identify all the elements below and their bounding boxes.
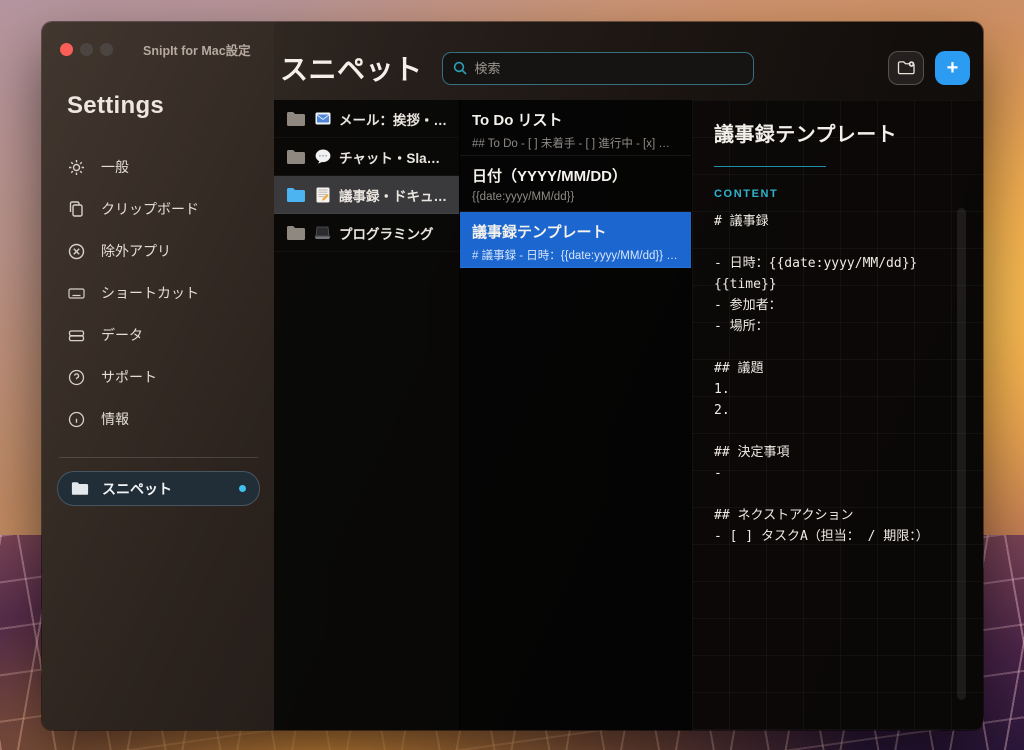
folder-label: プログラミング: [339, 223, 434, 243]
zoom-button[interactable]: [100, 43, 113, 56]
snippet-title: 議事録テンプレート: [472, 221, 679, 242]
gear-icon: [68, 159, 85, 176]
circle-x-icon: [68, 243, 85, 260]
snippet-list: To Do リスト ## To Do - [ ] 未着手 - [ ] 進行中 -…: [460, 100, 692, 730]
add-snippet-button[interactable]: +: [935, 51, 970, 85]
folder-icon: [286, 225, 306, 241]
snippet-title: To Do リスト: [472, 109, 679, 130]
sidebar-item-label: スニペット: [102, 479, 172, 499]
sidebar-item-label: データ: [101, 325, 143, 345]
main-header: スニペット +: [274, 22, 983, 100]
sidebar-item-snippets[interactable]: スニペット: [57, 471, 260, 506]
folder-row-minutes[interactable]: 議事録・ドキュ…: [274, 176, 459, 214]
snippet-detail-panel: 議事録テンプレート CONTENT # 議事録 - 日時：{{date:yyyy…: [692, 100, 983, 730]
sidebar-item-label: サポート: [101, 367, 157, 387]
titlebar: SnipIt for Mac設定: [42, 22, 274, 60]
snippet-row-todo[interactable]: To Do リスト ## To Do - [ ] 未着手 - [ ] 進行中 -…: [460, 100, 691, 156]
close-button[interactable]: [60, 43, 73, 56]
snippet-title: 日付（YYYY/MM/DD）: [472, 165, 679, 186]
content-section-label: CONTENT: [714, 188, 964, 200]
sidebar-item-support[interactable]: サポート: [42, 356, 274, 398]
chat-icon: [314, 148, 331, 165]
folder-add-icon: [897, 60, 916, 76]
snippet-subtitle: {{date:yyyy/MM/dd}}: [472, 191, 679, 203]
sidebar-item-info[interactable]: 情報: [42, 398, 274, 440]
plus-icon: +: [947, 58, 959, 78]
question-circle-icon: [68, 369, 85, 386]
email-icon: [314, 110, 331, 127]
snippet-content: # 議事録 - 日時：{{date:yyyy/MM/dd}} {{time}} …: [714, 211, 964, 547]
folder-label: 議事録・ドキュ…: [339, 185, 447, 205]
traffic-lights: [60, 43, 113, 56]
snippet-subtitle: # 議事録 - 日時：{{date:yyyy/MM/dd}} {…: [472, 247, 679, 263]
drive-icon: [68, 327, 85, 344]
sidebar-item-excluded-apps[interactable]: 除外アプリ: [42, 230, 274, 272]
settings-heading: Settings: [67, 92, 274, 120]
new-folder-button[interactable]: [888, 51, 924, 85]
sidebar: SnipIt for Mac設定 Settings 一般 クリップボード 除: [42, 22, 274, 730]
sidebar-item-label: 除外アプリ: [101, 241, 171, 261]
minimize-button[interactable]: [80, 43, 93, 56]
folder-icon: [71, 481, 89, 496]
app-window: SnipIt for Mac設定 Settings 一般 クリップボード 除: [42, 22, 983, 730]
memo-icon: [314, 186, 331, 203]
info-circle-icon: [68, 411, 85, 428]
keyboard-icon: [68, 285, 85, 302]
folder-row-programming[interactable]: プログラミング: [274, 214, 459, 252]
folder-label: チャット・Sla…: [339, 147, 440, 167]
main-area: スニペット +: [274, 22, 983, 730]
vertical-scrollbar[interactable]: [957, 208, 966, 700]
sidebar-divider: [59, 457, 258, 458]
sidebar-item-shortcuts[interactable]: ショートカット: [42, 272, 274, 314]
laptop-icon: [314, 224, 331, 241]
sidebar-item-label: 一般: [101, 157, 129, 177]
folder-icon-selected: [286, 187, 306, 203]
page-title: スニペット: [280, 48, 423, 88]
folder-list: メール：挨拶・… チャット・Sla… 議事録・ドキュ…: [274, 100, 460, 730]
content-area: メール：挨拶・… チャット・Sla… 議事録・ドキュ…: [274, 100, 983, 730]
search-input[interactable]: [475, 61, 743, 76]
search-icon: [453, 61, 467, 75]
clipboard-icon: [68, 201, 85, 218]
sidebar-item-clipboard[interactable]: クリップボード: [42, 188, 274, 230]
snippet-row-date[interactable]: 日付（YYYY/MM/DD） {{date:yyyy/MM/dd}}: [460, 156, 691, 212]
window-title: SnipIt for Mac設定: [143, 40, 251, 59]
sidebar-item-label: クリップボード: [101, 199, 199, 219]
snippet-subtitle: ## To Do - [ ] 未着手 - [ ] 進行中 - [x] 完了: [472, 135, 679, 151]
snippet-row-minutes-template[interactable]: 議事録テンプレート # 議事録 - 日時：{{date:yyyy/MM/dd}}…: [460, 212, 691, 268]
sidebar-nav: 一般 クリップボード 除外アプリ ショートカット: [42, 146, 274, 440]
search-box[interactable]: [442, 52, 754, 85]
folder-icon: [286, 111, 306, 127]
sidebar-item-data[interactable]: データ: [42, 314, 274, 356]
folder-icon: [286, 149, 306, 165]
detail-divider: [714, 166, 826, 167]
sidebar-item-label: 情報: [101, 409, 129, 429]
folder-row-mail[interactable]: メール：挨拶・…: [274, 100, 459, 138]
header-actions: +: [888, 51, 970, 85]
folder-row-chat[interactable]: チャット・Sla…: [274, 138, 459, 176]
detail-title: 議事録テンプレート: [714, 118, 964, 147]
sidebar-item-general[interactable]: 一般: [42, 146, 274, 188]
sidebar-item-label: ショートカット: [101, 283, 199, 303]
folder-label: メール：挨拶・…: [339, 109, 447, 129]
active-dot-badge: [239, 485, 246, 492]
